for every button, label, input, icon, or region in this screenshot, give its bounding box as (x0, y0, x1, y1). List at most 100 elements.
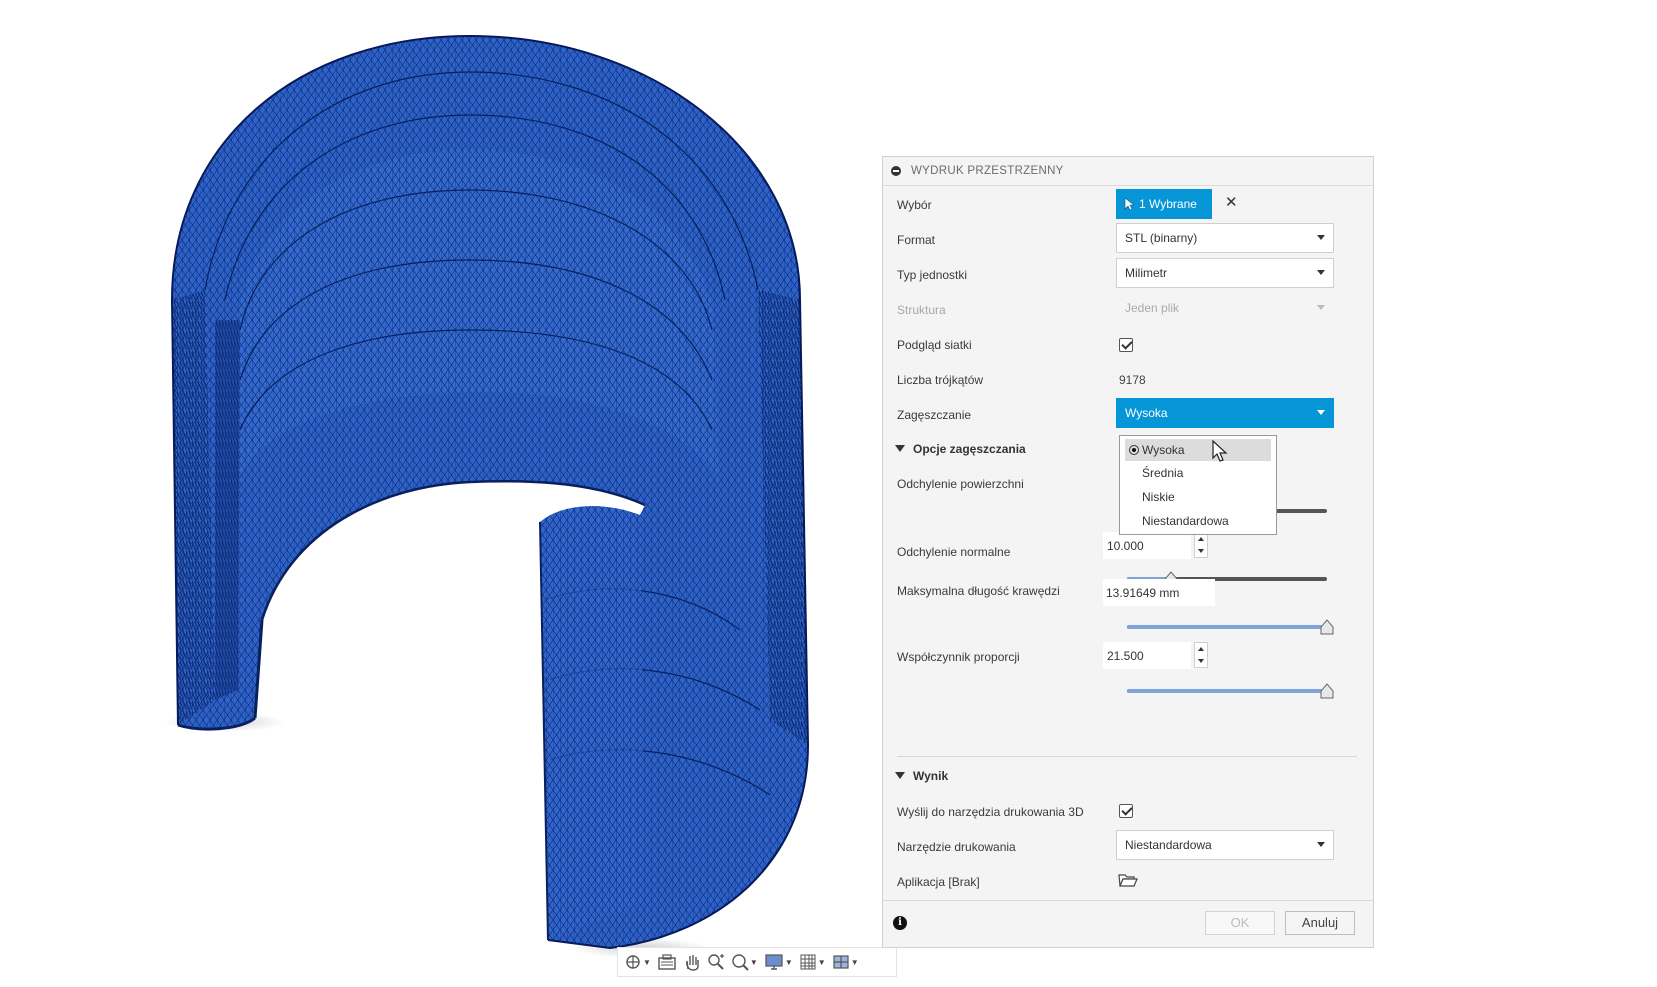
slider-thumb[interactable] (1320, 619, 1334, 635)
dialog-footer: i OK Anuluj (883, 900, 1373, 947)
normal-deviation-input[interactable]: 10.000 (1103, 532, 1191, 559)
format-select[interactable]: STL (binarny) (1116, 223, 1334, 253)
dialog-header[interactable]: WYDRUK PRZESTRZENNY (883, 157, 1373, 186)
triangle-down-icon (895, 445, 905, 452)
print-utility-value: Niestandardowa (1125, 838, 1212, 852)
grid-icon (800, 954, 816, 970)
display-settings-icon (765, 954, 783, 970)
look-at-button[interactable] (655, 950, 679, 974)
max-edge-length-label: Maksymalna długość krawędzi (897, 584, 1060, 598)
model-viewport[interactable] (0, 0, 860, 987)
triangle-count-value: 9178 (1119, 373, 1146, 387)
slider-fill (1127, 689, 1327, 693)
fit-zoom-icon (732, 954, 749, 971)
normal-deviation-stepper[interactable] (1194, 532, 1208, 558)
folder-open-icon[interactable] (1118, 872, 1138, 888)
mesh-preview-label: Podgląd siatki (897, 338, 972, 352)
print-utility-select[interactable]: Niestandardowa (1116, 830, 1334, 860)
display-settings-button[interactable]: ▼ (762, 950, 795, 974)
arrow-down-icon[interactable] (1198, 549, 1204, 553)
chevron-down-icon (1317, 842, 1325, 847)
dropdown-item-label: Wysoka (1142, 443, 1185, 457)
surface-deviation-label: Odchylenie powierzchni (897, 477, 1024, 491)
cursor-arrow-icon (1124, 197, 1134, 211)
structure-select: Jeden plik (1116, 293, 1334, 323)
orbit-icon (626, 955, 640, 969)
arrow-down-icon[interactable] (1198, 659, 1204, 663)
normal-deviation-label: Odchylenie normalne (897, 545, 1011, 559)
mouse-cursor-icon (1212, 440, 1228, 462)
arrow-up-icon[interactable] (1198, 537, 1204, 541)
aspect-ratio-stepper[interactable] (1194, 642, 1208, 668)
send-to-3d-print-label: Wyślij do narzędzia drukowania 3D (897, 805, 1084, 819)
chevron-down-icon (1317, 305, 1325, 310)
pan-button[interactable] (681, 950, 703, 974)
max-edge-length-slider[interactable] (1127, 619, 1334, 635)
selection-chip[interactable]: 1 Wybrane (1116, 189, 1212, 219)
refinement-label: Zagęszczanie (897, 408, 972, 422)
refinement-dropdown: Wysoka Średnia Niskie Niestandardowa (1119, 435, 1277, 535)
dialog-title: WYDRUK PRZESTRZENNY (911, 165, 1064, 177)
triangle-down-icon (895, 772, 905, 779)
orbit-button[interactable]: ▼ (622, 950, 653, 974)
selection-label: Wybór (897, 198, 932, 212)
dropdown-item-label: Niskie (1142, 490, 1175, 504)
unit-type-label: Typ jednostki (897, 268, 968, 282)
viewports-button[interactable]: ▼ (830, 950, 861, 974)
output-section[interactable]: Wynik (895, 769, 948, 783)
structure-value: Jeden plik (1125, 301, 1180, 315)
chevron-down-icon: ▼ (784, 957, 793, 967)
chevron-down-icon (1317, 410, 1325, 415)
dropdown-item-high[interactable]: Wysoka (1125, 439, 1271, 461)
max-edge-length-input[interactable]: 13.91649 mm (1103, 579, 1215, 606)
look-at-icon (658, 954, 676, 970)
unit-type-select[interactable]: Milimetr (1116, 258, 1334, 288)
dropdown-item-label: Niestandardowa (1142, 514, 1229, 528)
chevron-down-icon (1317, 235, 1325, 240)
format-label: Format (897, 233, 936, 247)
grid-button[interactable]: ▼ (797, 950, 828, 974)
send-to-3d-print-checkbox[interactable] (1119, 804, 1133, 818)
ok-button[interactable]: OK (1205, 911, 1275, 935)
structure-label: Struktura (897, 303, 946, 317)
chevron-down-icon: ▼ (850, 957, 859, 967)
cancel-button[interactable]: Anuluj (1285, 911, 1355, 935)
refinement-options-section[interactable]: Opcje zagęszczania (895, 442, 1026, 456)
3d-print-dialog: WYDRUK PRZESTRZENNY Wybór 1 Wybrane ✕ Fo… (882, 156, 1374, 948)
refinement-value: Wysoka (1125, 406, 1168, 420)
fit-zoom-button[interactable]: ▼ (729, 950, 760, 974)
navigation-toolbar: ▼ ▼ ▼ ▼ ▼ (617, 947, 897, 977)
aspect-ratio-input[interactable]: 21.500 (1103, 642, 1191, 669)
zoom-button[interactable] (705, 950, 727, 974)
print-utility-label: Narzędzie drukowania (897, 840, 1016, 854)
dropdown-item-medium[interactable]: Średnia (1120, 462, 1276, 484)
application-label: Aplikacja [Brak] (897, 875, 980, 889)
slider-thumb[interactable] (1320, 683, 1334, 699)
refinement-select[interactable]: Wysoka (1116, 398, 1334, 428)
unit-type-value: Milimetr (1125, 266, 1167, 280)
dropdown-item-label: Średnia (1142, 466, 1184, 480)
dropdown-item-custom[interactable]: Niestandardowa (1120, 510, 1276, 532)
triangle-count-label: Liczba trójkątów (897, 373, 984, 387)
pan-icon (686, 955, 699, 971)
dropdown-item-low[interactable]: Niskie (1120, 486, 1276, 508)
slider-fill (1127, 625, 1327, 629)
arrow-up-icon[interactable] (1198, 647, 1204, 651)
collapse-icon[interactable] (891, 166, 901, 176)
chevron-down-icon (1317, 270, 1325, 275)
aspect-ratio-slider[interactable] (1127, 683, 1334, 699)
mesh-model (165, 34, 810, 958)
refinement-options-heading: Opcje zagęszczania (913, 442, 1026, 456)
selection-value: 1 Wybrane (1139, 197, 1197, 211)
info-icon[interactable]: i (893, 916, 907, 930)
output-heading: Wynik (913, 769, 949, 783)
format-value: STL (binarny) (1125, 231, 1198, 245)
chevron-down-icon: ▼ (749, 957, 758, 967)
viewports-icon (833, 955, 849, 969)
aspect-ratio-label: Współczynnik proporcji (897, 650, 1020, 664)
radio-selected-icon (1129, 445, 1139, 455)
mesh-preview-checkbox[interactable] (1119, 338, 1133, 352)
section-divider (897, 756, 1357, 757)
clear-selection-icon[interactable]: ✕ (1225, 193, 1238, 211)
chevron-down-icon: ▼ (643, 957, 651, 967)
